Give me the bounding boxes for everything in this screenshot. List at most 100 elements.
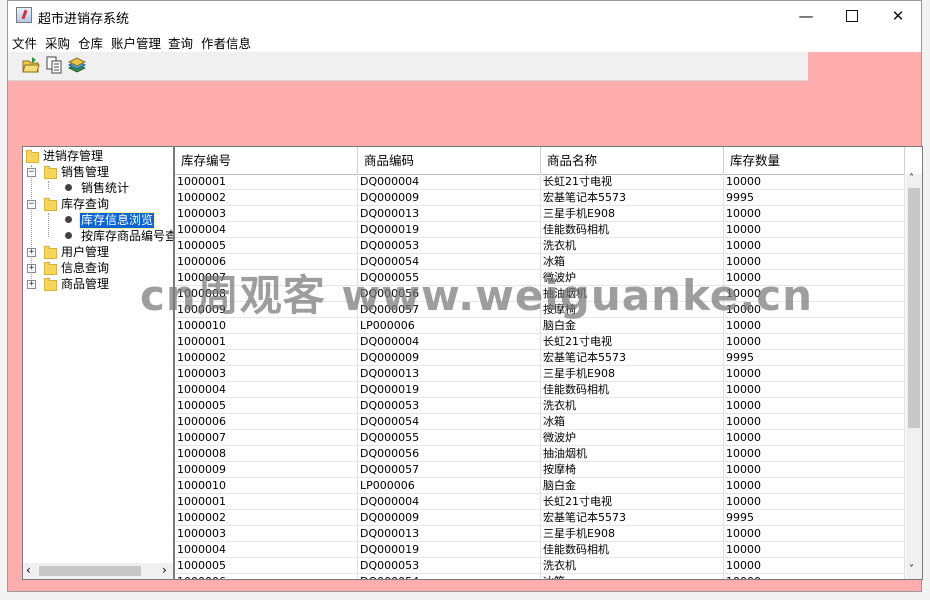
cell-quantity: 10000 bbox=[724, 206, 905, 222]
leaf-bullet-icon bbox=[65, 184, 72, 191]
cell-product-name: 脑白金 bbox=[541, 478, 724, 494]
open-folder-icon[interactable] bbox=[22, 56, 40, 74]
maximize-button[interactable] bbox=[829, 1, 875, 31]
tree-horizontal-scrollbar[interactable]: ‹ › bbox=[23, 563, 173, 579]
scroll-left-icon[interactable]: ‹ bbox=[26, 563, 31, 577]
table-row[interactable]: 1000005 DQ000053 洗衣机 10000 bbox=[175, 558, 905, 574]
scroll-up-icon[interactable]: ˄ bbox=[909, 173, 914, 184]
cell-quantity: 10000 bbox=[724, 238, 905, 254]
table-row[interactable]: 1000001 DQ000004 长虹21寸电视 10000 bbox=[175, 174, 905, 190]
table-vertical-scrollbar[interactable]: ˄ ˅ bbox=[906, 173, 922, 579]
cell-quantity: 10000 bbox=[724, 334, 905, 350]
cell-quantity: 9995 bbox=[724, 510, 905, 526]
cell-product-name: 洗衣机 bbox=[541, 238, 724, 254]
table-row[interactable]: 1000002 DQ000009 宏基笔记本5573 9995 bbox=[175, 190, 905, 206]
table-row[interactable]: 1000008 DQ000056 抽油烟机 10000 bbox=[175, 446, 905, 462]
column-header-stock-id[interactable]: 库存编号 bbox=[175, 147, 358, 174]
menu-author[interactable]: 作者信息 bbox=[201, 33, 251, 52]
cell-product-code: DQ000013 bbox=[358, 366, 541, 382]
table-row[interactable]: 1000005 DQ000053 洗衣机 10000 bbox=[175, 238, 905, 254]
menu-account[interactable]: 账户管理 bbox=[111, 33, 161, 52]
cell-product-code: DQ000019 bbox=[358, 222, 541, 238]
cell-stock-id: 1000005 bbox=[175, 558, 358, 574]
table-row[interactable]: 1000003 DQ000013 三星手机E908 10000 bbox=[175, 366, 905, 382]
tree-item-stock-browse[interactable]: 库存信息浏览 bbox=[78, 212, 156, 229]
tree-item-goods[interactable]: 商品管理 bbox=[61, 277, 109, 292]
cell-stock-id: 1000009 bbox=[175, 462, 358, 478]
book-stack-icon[interactable] bbox=[68, 56, 86, 74]
cell-product-code: DQ000019 bbox=[358, 382, 541, 398]
scroll-right-icon[interactable]: › bbox=[162, 563, 167, 577]
cell-product-name: 佳能数码相机 bbox=[541, 542, 724, 558]
tree-item-stock-by-code[interactable]: 按库存商品编号查 bbox=[81, 229, 173, 244]
collapse-icon[interactable]: − bbox=[27, 168, 36, 177]
expand-icon[interactable]: + bbox=[27, 280, 36, 289]
cell-product-code: DQ000054 bbox=[358, 574, 541, 579]
tree-root[interactable]: 进销存管理 bbox=[43, 149, 103, 164]
scroll-down-icon[interactable]: ˅ bbox=[909, 564, 914, 575]
cell-product-name: 洗衣机 bbox=[541, 558, 724, 574]
cell-product-code: DQ000019 bbox=[358, 542, 541, 558]
minimize-button[interactable]: — bbox=[783, 1, 829, 31]
table-row[interactable]: 1000001 DQ000004 长虹21寸电视 10000 bbox=[175, 494, 905, 510]
cell-stock-id: 1000004 bbox=[175, 542, 358, 558]
scroll-thumb[interactable] bbox=[908, 188, 920, 428]
cell-product-name: 按摩椅 bbox=[541, 462, 724, 478]
stock-table: 库存编号 商品编码 商品名称 库存数量 1000001 DQ000004 长虹21寸… bbox=[174, 146, 923, 580]
cell-product-code: DQ000053 bbox=[358, 398, 541, 414]
menu-warehouse[interactable]: 仓库 bbox=[78, 33, 103, 52]
cell-product-name: 三星手机E908 bbox=[541, 366, 724, 382]
table-row[interactable]: 1000004 DQ000019 佳能数码相机 10000 bbox=[175, 542, 905, 558]
cell-stock-id: 1000005 bbox=[175, 398, 358, 414]
tree-item-info[interactable]: 信息查询 bbox=[61, 261, 109, 276]
folder-icon bbox=[44, 278, 57, 291]
cell-product-code: DQ000004 bbox=[358, 174, 541, 190]
cell-product-name: 抽油烟机 bbox=[541, 446, 724, 462]
table-row[interactable]: 1000007 DQ000055 微波炉 10000 bbox=[175, 430, 905, 446]
table-row[interactable]: 1000003 DQ000013 三星手机E908 10000 bbox=[175, 526, 905, 542]
cell-quantity: 10000 bbox=[724, 542, 905, 558]
title-bar[interactable]: 超市进销存系统 — ✕ bbox=[8, 1, 921, 31]
cell-product-name: 微波炉 bbox=[541, 430, 724, 446]
scroll-thumb[interactable] bbox=[39, 566, 141, 576]
menu-query[interactable]: 查询 bbox=[168, 33, 193, 52]
cell-product-code: DQ000013 bbox=[358, 206, 541, 222]
table-row[interactable]: 1000004 DQ000019 佳能数码相机 10000 bbox=[175, 382, 905, 398]
toolbar bbox=[8, 52, 808, 81]
cell-stock-id: 1000001 bbox=[175, 334, 358, 350]
table-row[interactable]: 1000002 DQ000009 宏基笔记本5573 9995 bbox=[175, 510, 905, 526]
table-row[interactable]: 1000006DQ000054冰箱10000 bbox=[175, 574, 905, 579]
table-row[interactable]: 1000009 DQ000057 按摩椅 10000 bbox=[175, 462, 905, 478]
collapse-icon[interactable]: − bbox=[27, 200, 36, 209]
table-row[interactable]: 1000006DQ000054冰箱10000 bbox=[175, 414, 905, 430]
cell-quantity: 9995 bbox=[724, 350, 905, 366]
table-row[interactable]: 1000002 DQ000009 宏基笔记本5573 9995 bbox=[175, 350, 905, 366]
tree-item-users[interactable]: 用户管理 bbox=[61, 245, 109, 260]
table-row[interactable]: 1000001 DQ000004 长虹21寸电视 10000 bbox=[175, 334, 905, 350]
table-row[interactable]: 1000010 LP000006 脑白金 10000 bbox=[175, 478, 905, 494]
cell-product-code: DQ000053 bbox=[358, 558, 541, 574]
copy-document-icon[interactable] bbox=[45, 56, 63, 74]
tree-item-sales-stats[interactable]: 销售统计 bbox=[81, 181, 129, 196]
tree-item-sales[interactable]: 销售管理 bbox=[61, 165, 109, 180]
menu-purchase[interactable]: 采购 bbox=[45, 33, 70, 52]
table-row[interactable]: 1000004 DQ000019 佳能数码相机 10000 bbox=[175, 222, 905, 238]
column-header-quantity[interactable]: 库存数量 bbox=[724, 147, 905, 174]
table-row[interactable]: 1000003 DQ000013 三星手机E908 10000 bbox=[175, 206, 905, 222]
watermark: cn周观客 www.weiguanke.cn bbox=[140, 271, 814, 320]
cell-product-code: DQ000053 bbox=[358, 238, 541, 254]
close-button[interactable]: ✕ bbox=[875, 1, 921, 31]
cell-quantity: 10000 bbox=[724, 462, 905, 478]
column-header-product-code[interactable]: 商品编码 bbox=[358, 147, 541, 174]
tree-guide-line bbox=[48, 181, 49, 189]
cell-product-name: 冰箱 bbox=[541, 414, 724, 430]
column-header-product-name[interactable]: 商品名称 bbox=[541, 147, 724, 174]
expand-icon[interactable]: + bbox=[27, 264, 36, 273]
cell-product-code: DQ000009 bbox=[358, 350, 541, 366]
table-row[interactable]: 1000005 DQ000053 洗衣机 10000 bbox=[175, 398, 905, 414]
menu-file[interactable]: 文件 bbox=[12, 33, 37, 52]
cell-stock-id: 1000003 bbox=[175, 366, 358, 382]
tree-item-stock[interactable]: 库存查询 bbox=[61, 197, 109, 212]
cell-quantity: 10000 bbox=[724, 430, 905, 446]
expand-icon[interactable]: + bbox=[27, 248, 36, 257]
